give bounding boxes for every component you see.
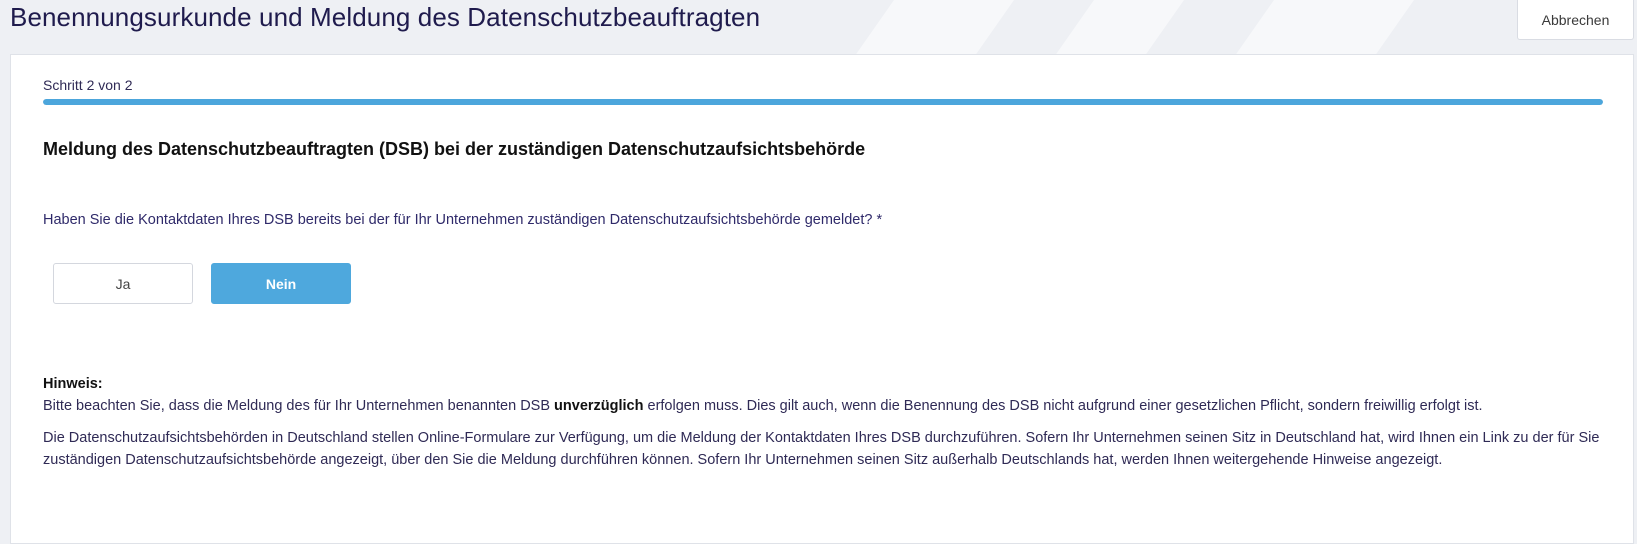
page-title: Benennungsurkunde und Meldung des Datens… bbox=[10, 2, 761, 32]
hint-text: Bitte beachten Sie, dass die Meldung des… bbox=[43, 398, 555, 414]
question-label: Haben Sie die Kontaktdaten Ihres DSB ber… bbox=[43, 212, 883, 228]
wizard-card: Schritt 2 von 2 Meldung des Datenschutzb… bbox=[10, 54, 1634, 544]
progress-bar-fill bbox=[43, 99, 1603, 105]
option-nein-button[interactable]: Nein bbox=[211, 263, 351, 304]
section-title: Meldung des Datenschutzbeauftragten (DSB… bbox=[43, 139, 866, 159]
hint-emphasis: unverzüglich bbox=[554, 398, 644, 414]
hint-text: erfolgen muss. Dies gilt auch, wenn die … bbox=[643, 398, 1483, 414]
option-ja-button[interactable]: Ja bbox=[53, 263, 193, 304]
hint-paragraph-1: Bitte beachten Sie, dass die Meldung des… bbox=[43, 395, 1613, 417]
progress-bar bbox=[43, 99, 1603, 105]
hint-heading: Hinweis: bbox=[43, 376, 103, 392]
hint-paragraph-2: Die Datenschutzaufsichtsbehörden in Deut… bbox=[43, 430, 1600, 468]
cancel-button[interactable]: Abbrechen bbox=[1517, 0, 1634, 40]
hint-box: Hinweis: Bitte beachten Sie, dass die Me… bbox=[43, 373, 1613, 471]
step-indicator: Schritt 2 von 2 bbox=[43, 77, 133, 93]
